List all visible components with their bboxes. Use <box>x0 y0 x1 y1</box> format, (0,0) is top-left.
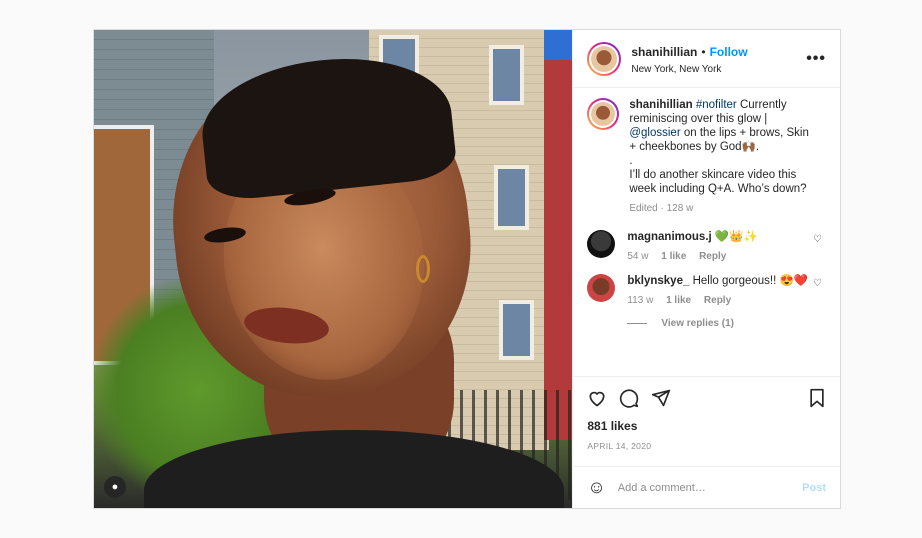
comment-text: Hello gorgeous!! 😍❤️ <box>692 275 809 287</box>
photo-earring <box>416 255 430 283</box>
view-replies-label: View replies (1) <box>661 318 734 329</box>
caption-body: shanihillian #nofilter Currently reminis… <box>629 98 826 216</box>
avatar[interactable] <box>587 41 622 76</box>
share-icon[interactable] <box>651 388 671 408</box>
post-sidebar: shanihillian • Follow New York, New York •… <box>572 30 840 508</box>
avatar-image <box>591 45 618 72</box>
bookmark-icon[interactable] <box>808 388 826 408</box>
comment-body: bklynskye_ Hello gorgeous!! 😍❤️ 113 w 1 … <box>627 274 826 308</box>
comment-username[interactable]: bklynskye_ <box>627 275 689 287</box>
follow-button[interactable]: Follow <box>710 45 748 59</box>
post-photo[interactable]: ● <box>94 30 573 508</box>
caption-mention[interactable]: @glossier <box>629 127 680 139</box>
view-replies-button[interactable]: View replies (1) <box>627 318 826 329</box>
actions-section: 881 likes APRIL 14, 2020 <box>573 376 840 466</box>
comment-input[interactable] <box>617 481 803 494</box>
add-comment-bar: ☺ Post <box>573 466 840 508</box>
like-heart-icon[interactable] <box>587 388 607 408</box>
like-comment-heart-icon[interactable]: ♡ <box>813 278 822 289</box>
replies-divider <box>627 323 648 324</box>
comment-avatar[interactable] <box>587 274 616 302</box>
reply-button[interactable]: Reply <box>704 295 731 306</box>
comment-text: 💚👑✨ <box>714 231 758 243</box>
comment-age: 113 w <box>627 295 654 306</box>
caption-text-3: . <box>629 155 633 167</box>
comments-section: shanihillian #nofilter Currently reminis… <box>573 88 840 376</box>
comment-meta: 113 w 1 like Reply <box>627 294 812 308</box>
like-comment-heart-icon[interactable]: ♡ <box>813 234 822 245</box>
location-link[interactable]: New York, New York <box>631 64 806 75</box>
comment-item: bklynskye_ Hello gorgeous!! 😍❤️ 113 w 1 … <box>587 274 826 308</box>
emoji-icon[interactable]: ☺ <box>587 477 605 498</box>
comment-item: magnanimous.j 💚👑✨ 54 w 1 like Reply ♡ <box>587 230 826 264</box>
comment-icon[interactable] <box>619 388 639 408</box>
header-text: shanihillian • Follow New York, New York <box>631 43 806 75</box>
comment-age: 54 w <box>627 251 649 262</box>
post-header: shanihillian • Follow New York, New York •… <box>573 30 840 88</box>
caption-hashtag[interactable]: #nofilter <box>696 99 737 111</box>
action-icons <box>587 385 826 411</box>
caption-text-4: I’ll do another skincare video this week… <box>629 169 807 195</box>
post-card: ● shanihillian • Follow New York, New York… <box>93 29 841 509</box>
photo-window <box>494 165 529 230</box>
photo-sky <box>544 30 573 60</box>
comment-username[interactable]: magnanimous.j <box>627 231 711 243</box>
caption: shanihillian #nofilter Currently reminis… <box>587 98 826 216</box>
caption-username[interactable]: shanihillian <box>629 99 692 111</box>
comment-body: magnanimous.j 💚👑✨ 54 w 1 like Reply <box>627 230 826 264</box>
tagged-user-icon[interactable]: ● <box>104 476 126 498</box>
caption-avatar[interactable] <box>587 98 620 130</box>
photo-window <box>499 300 534 360</box>
photo-window <box>489 45 524 105</box>
comment-likes[interactable]: 1 like <box>666 295 691 306</box>
post-date: APRIL 14, 2020 <box>587 441 652 451</box>
post-comment-button[interactable]: Post <box>802 482 826 494</box>
separator-dot: • <box>701 44 706 59</box>
username-link[interactable]: shanihillian <box>631 45 697 59</box>
likes-count[interactable]: 881 likes <box>587 419 826 433</box>
comment-likes[interactable]: 1 like <box>661 251 686 262</box>
comment-meta: 54 w 1 like Reply <box>627 250 812 264</box>
reply-button[interactable]: Reply <box>699 251 726 262</box>
comment-avatar[interactable] <box>587 230 616 258</box>
photo-red-house <box>544 60 573 440</box>
more-options-icon[interactable]: ••• <box>806 50 826 68</box>
caption-meta: Edited · 128 w <box>629 203 694 214</box>
